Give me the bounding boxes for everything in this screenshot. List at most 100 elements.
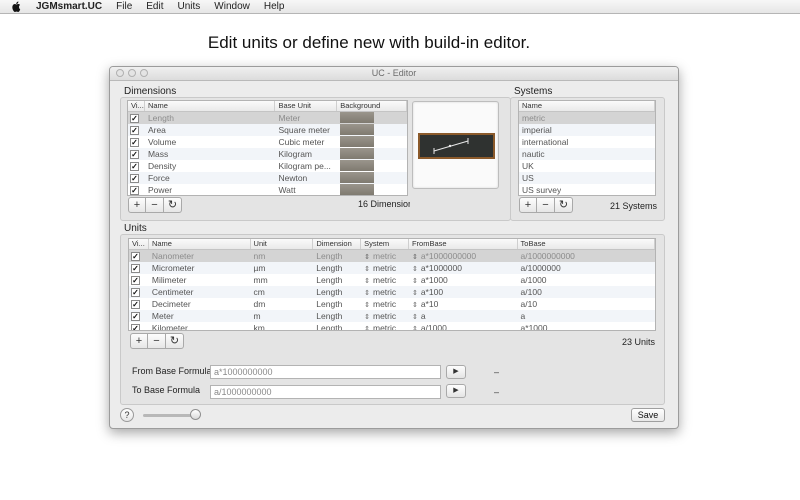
table-row[interactable]: ✓ Centimeter cm Length ⇕ metric ⇕ a*100 a/… <box>129 286 655 298</box>
unit-dimension-cell[interactable]: Length <box>313 298 361 310</box>
popup-arrows-icon[interactable]: ⇕ <box>364 278 370 285</box>
evaluate-from-base-button[interactable]: ▶ <box>446 365 466 379</box>
save-button[interactable]: Save <box>631 408 665 422</box>
table-row[interactable]: ✓ Decimeter dm Length ⇕ metric ⇕ a*10 a/10 <box>129 298 655 310</box>
unit-system-cell[interactable]: ⇕ metric <box>361 274 409 286</box>
remove-system-button[interactable]: − <box>537 197 555 213</box>
unit-system-cell[interactable]: ⇕ metric <box>361 298 409 310</box>
menu-units[interactable]: Units <box>178 1 201 12</box>
popup-arrows-icon[interactable]: ⇕ <box>364 302 370 309</box>
visible-checkbox[interactable]: ✓ <box>130 126 139 135</box>
list-item[interactable]: UK <box>519 160 655 172</box>
unit-dimension-cell[interactable]: Length <box>313 250 361 262</box>
unit-from-cell[interactable]: ⇕ a*1000 <box>409 274 518 286</box>
table-row[interactable]: ✓ Micrometer µm Length ⇕ metric ⇕ a*100000… <box>129 262 655 274</box>
list-item[interactable]: imperial <box>519 124 655 136</box>
table-row[interactable]: ✓ Milimeter mm Length ⇕ metric ⇕ a*1000 a/… <box>129 274 655 286</box>
popup-arrows-icon[interactable]: ⇕ <box>364 290 370 297</box>
col-base-unit[interactable]: Base Unit <box>275 101 338 111</box>
systems-table[interactable]: Name metric imperial international nauti… <box>518 100 656 196</box>
col-visible[interactable]: Vi... <box>128 101 145 111</box>
add-dimension-button[interactable]: + <box>128 197 146 213</box>
visible-checkbox[interactable]: ✓ <box>130 114 139 123</box>
refresh-unit-button[interactable]: ↻ <box>166 333 184 349</box>
popup-arrows-icon[interactable]: ⇕ <box>412 326 418 330</box>
unit-dimension-cell[interactable]: Length <box>313 274 361 286</box>
col-unit-name[interactable]: Name <box>149 239 251 249</box>
menu-window[interactable]: Window <box>214 1 250 12</box>
unit-from-cell[interactable]: ⇕ a*100 <box>409 286 518 298</box>
visible-checkbox[interactable]: ✓ <box>131 264 140 273</box>
table-row[interactable]: ✓ Nanometer nm Length ⇕ metric ⇕ a*1000000… <box>129 250 655 262</box>
visible-checkbox[interactable]: ✓ <box>130 150 139 159</box>
add-unit-button[interactable]: + <box>130 333 148 349</box>
popup-arrows-icon[interactable]: ⇕ <box>364 314 370 321</box>
size-slider-knob[interactable] <box>190 409 201 420</box>
col-name[interactable]: Name <box>145 101 276 111</box>
evaluate-to-base-button[interactable]: ▶ <box>446 384 466 398</box>
to-base-formula-field[interactable]: a/1000000000 <box>210 385 441 399</box>
unit-from-cell[interactable]: ⇕ a <box>409 310 518 322</box>
list-item[interactable]: nautic <box>519 148 655 160</box>
menu-edit[interactable]: Edit <box>146 1 163 12</box>
popup-arrows-icon[interactable]: ⇕ <box>412 290 418 297</box>
unit-from-cell[interactable]: ⇕ a*1000000000 <box>409 250 518 262</box>
visible-checkbox[interactable]: ✓ <box>131 288 140 297</box>
popup-arrows-icon[interactable]: ⇕ <box>364 254 370 261</box>
refresh-system-button[interactable]: ↻ <box>555 197 573 213</box>
list-item[interactable]: US survey <box>519 184 655 195</box>
table-row[interactable]: ✓ Volume Cubic meter <box>128 136 407 148</box>
unit-from-cell[interactable]: ⇕ a*10 <box>409 298 518 310</box>
table-row[interactable]: ✓ Meter m Length ⇕ metric ⇕ a a <box>129 310 655 322</box>
unit-system-cell[interactable]: ⇕ metric <box>361 262 409 274</box>
visible-checkbox[interactable]: ✓ <box>131 276 140 285</box>
menu-file[interactable]: File <box>116 1 132 12</box>
app-name-menu[interactable]: JGMsmart.UC <box>36 1 102 12</box>
col-from-base[interactable]: FromBase <box>409 239 518 249</box>
col-dimension[interactable]: Dimension <box>313 239 362 249</box>
visible-checkbox[interactable]: ✓ <box>130 162 139 171</box>
unit-system-cell[interactable]: ⇕ metric <box>361 310 409 322</box>
unit-system-cell[interactable]: ⇕ metric <box>361 250 409 262</box>
help-button[interactable]: ? <box>120 408 134 422</box>
visible-checkbox[interactable]: ✓ <box>130 174 139 183</box>
refresh-dimension-button[interactable]: ↻ <box>164 197 182 213</box>
col-unit-symbol[interactable]: Unit <box>251 239 314 249</box>
col-to-base[interactable]: ToBase <box>518 239 655 249</box>
visible-checkbox[interactable]: ✓ <box>131 252 140 261</box>
visible-checkbox[interactable]: ✓ <box>131 300 140 309</box>
table-row[interactable]: ✓ Power Watt <box>128 184 407 195</box>
unit-dimension-cell[interactable]: Length <box>313 286 361 298</box>
menu-help[interactable]: Help <box>264 1 285 12</box>
list-item[interactable]: US <box>519 172 655 184</box>
popup-arrows-icon[interactable]: ⇕ <box>412 254 418 261</box>
apple-icon[interactable] <box>12 1 22 12</box>
unit-from-cell[interactable]: ⇕ a*1000000 <box>409 262 518 274</box>
remove-unit-button[interactable]: − <box>148 333 166 349</box>
list-item[interactable]: international <box>519 136 655 148</box>
visible-checkbox[interactable]: ✓ <box>130 138 139 147</box>
window-titlebar[interactable]: UC - Editor <box>110 67 678 81</box>
table-row[interactable]: ✓ Mass Kilogram <box>128 148 407 160</box>
unit-dimension-cell[interactable]: Length <box>313 322 361 330</box>
units-table[interactable]: Vi... Name Unit Dimension System FromBas… <box>128 238 656 331</box>
col-visible[interactable]: Vi... <box>129 239 149 249</box>
table-row[interactable]: ✓ Force Newton <box>128 172 407 184</box>
popup-arrows-icon[interactable]: ⇕ <box>412 266 418 273</box>
popup-arrows-icon[interactable]: ⇕ <box>412 314 418 321</box>
table-row[interactable]: ✓ Density Kilogram pe... <box>128 160 407 172</box>
dimensions-table[interactable]: Vi... Name Base Unit Background ✓ Length M… <box>127 100 408 196</box>
col-background[interactable]: Background <box>337 101 407 111</box>
unit-dimension-cell[interactable]: Length <box>313 310 361 322</box>
popup-arrows-icon[interactable]: ⇕ <box>364 266 370 273</box>
table-row[interactable]: ✓ Length Meter <box>128 112 407 124</box>
add-system-button[interactable]: + <box>519 197 537 213</box>
unit-from-cell[interactable]: ⇕ a/1000 <box>409 322 518 330</box>
remove-dimension-button[interactable]: − <box>146 197 164 213</box>
table-row[interactable]: ✓ Area Square meter <box>128 124 407 136</box>
visible-checkbox[interactable]: ✓ <box>130 186 139 195</box>
col-system[interactable]: System <box>361 239 409 249</box>
unit-system-cell[interactable]: ⇕ metric <box>361 322 409 330</box>
from-base-formula-field[interactable]: a*1000000000 <box>210 365 441 379</box>
popup-arrows-icon[interactable]: ⇕ <box>412 278 418 285</box>
